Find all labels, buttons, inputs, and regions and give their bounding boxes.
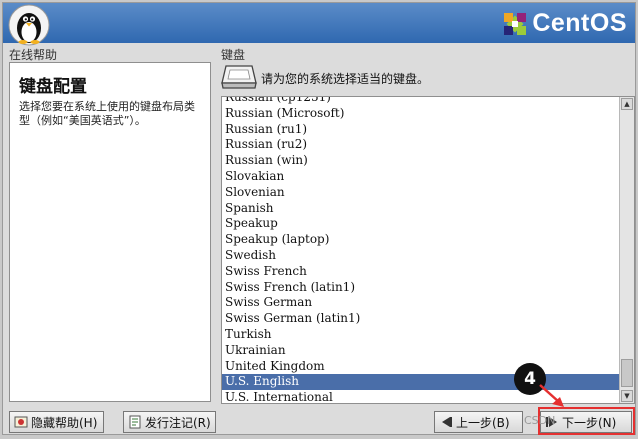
keyboard-option[interactable]: Russian (win) xyxy=(222,153,620,169)
keyboard-option[interactable]: Speakup xyxy=(222,216,620,232)
centos-logo: CentOS xyxy=(502,9,627,38)
keyboard-option[interactable]: Slovakian xyxy=(222,169,620,185)
hide-help-label: 隐藏帮助(H) xyxy=(31,415,98,430)
keyboard-option[interactable]: Ukrainian xyxy=(222,343,620,359)
keyboard-prompt: 请为您的系统选择适当的键盘。 xyxy=(261,72,430,86)
back-arrow-icon xyxy=(439,415,453,429)
keyboard-option[interactable]: Swiss French (latin1) xyxy=(222,280,620,296)
help-section-title: 在线帮助 xyxy=(9,48,58,62)
centos-emblem-icon xyxy=(504,12,527,35)
keyboard-list[interactable]: Russian (cp1251) Russian (Microsoft) Russi… xyxy=(221,96,635,404)
hide-help-icon xyxy=(14,415,28,429)
centos-wordmark: CentOS xyxy=(532,9,627,37)
keyboard-option[interactable]: Swiss German (latin1) xyxy=(222,311,620,327)
keyboard-key-icon xyxy=(221,65,257,89)
scroll-down-arrow-icon[interactable]: ▼ xyxy=(621,390,633,402)
back-button[interactable]: 上一步(B) xyxy=(434,411,523,433)
keyboard-option[interactable]: Russian (cp1251) xyxy=(222,97,620,106)
back-label: 上一步(B) xyxy=(456,415,510,430)
red-arrow-icon xyxy=(539,384,564,407)
keyboard-option[interactable]: Russian (ru2) xyxy=(222,137,620,153)
keyboard-option[interactable]: United Kingdom xyxy=(222,359,620,375)
keyboard-option[interactable]: Speakup (laptop) xyxy=(222,232,620,248)
keyboard-section-title: 键盘 xyxy=(221,48,246,62)
keyboard-option[interactable]: Slovenian xyxy=(222,185,620,201)
help-panel: 键盘配置 选择您要在系统上使用的键盘布局类型（例如“美国英语式”）。 xyxy=(9,62,211,402)
scroll-up-arrow-icon[interactable]: ▲ xyxy=(621,98,633,110)
keyboard-list-items: Russian (cp1251) Russian (Microsoft) Russi… xyxy=(222,97,620,403)
tux-penguin-icon xyxy=(8,4,50,46)
keyboard-option[interactable]: Swiss German xyxy=(222,295,620,311)
list-scrollbar[interactable]: ▲ ▼ xyxy=(619,97,634,403)
help-body-text: 选择您要在系统上使用的键盘布局类型（例如“美国英语式”）。 xyxy=(19,100,195,127)
installer-window: CentOS 在线帮助 键盘 键盘配置 选择您要在系统上使用的键盘布局类型（例如… xyxy=(2,2,636,435)
keyboard-option[interactable]: Turkish xyxy=(222,327,620,343)
release-notes-button[interactable]: 发行注记(R) xyxy=(123,411,216,433)
keyboard-option[interactable]: Russian (ru1) xyxy=(222,122,620,138)
help-heading: 键盘配置 xyxy=(19,77,87,97)
scroll-thumb[interactable] xyxy=(621,359,633,387)
keyboard-prompt-row: 请为您的系统选择适当的键盘。 xyxy=(221,63,635,93)
watermark: CSDN xyxy=(524,414,556,427)
keyboard-option[interactable]: Swedish xyxy=(222,248,620,264)
hide-help-button[interactable]: 隐藏帮助(H) xyxy=(9,411,104,433)
keyboard-option[interactable]: Spanish xyxy=(222,201,620,217)
release-notes-label: 发行注记(R) xyxy=(145,415,211,430)
header-bar: CentOS xyxy=(3,3,635,46)
release-notes-icon xyxy=(128,415,142,429)
keyboard-option[interactable]: Russian (Microsoft) xyxy=(222,106,620,122)
keyboard-option[interactable]: Swiss French xyxy=(222,264,620,280)
